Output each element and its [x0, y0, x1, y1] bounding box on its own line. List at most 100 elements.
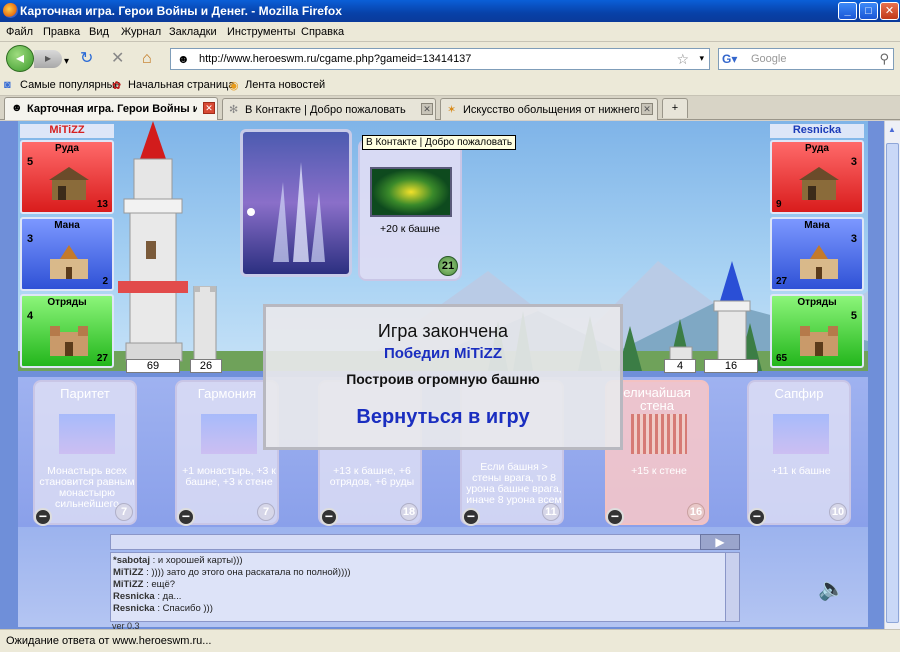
- search-icon[interactable]: ⚲: [879, 51, 889, 67]
- back-button[interactable]: ◂: [6, 45, 34, 72]
- resource-quantity: 9: [776, 199, 782, 210]
- menu-tools[interactable]: Инструменты: [227, 26, 296, 38]
- tab-strip: ☻ Карточная игра. Герои Войны и ... ✕ ✻ …: [0, 96, 900, 120]
- played-card-cost: 21: [438, 256, 458, 276]
- chat-log: *sabotaj : и хорошей карты))) MiTiZZ : )…: [110, 552, 740, 622]
- left-tower: [118, 121, 188, 362]
- maximize-button[interactable]: □: [859, 2, 878, 20]
- tooltip: В Контакте | Добро пожаловать: [362, 135, 517, 150]
- menu-help[interactable]: Справка: [301, 26, 344, 38]
- card-cost: 16: [687, 503, 705, 521]
- discard-button[interactable]: −: [34, 508, 52, 526]
- resource-label: Руда: [805, 143, 829, 154]
- resource-quantity: 27: [96, 353, 108, 364]
- card-cost: 7: [115, 503, 133, 521]
- menu-bar: Файл Правка Вид Журнал Закладки Инструме…: [0, 22, 900, 42]
- tab-close-icon[interactable]: ✕: [641, 103, 653, 115]
- forward-button[interactable]: ▸: [34, 50, 62, 68]
- bookmark-most-visited[interactable]: Самые популярные: [20, 79, 121, 91]
- resource-label: Мана: [54, 220, 80, 231]
- chat-author: Resnicka: [113, 603, 155, 614]
- tab-vkontakte[interactable]: ✻ В Контакте | Добро пожаловать ✕: [222, 98, 436, 120]
- resource-production: 5: [27, 156, 34, 168]
- home-icon[interactable]: ⌂: [142, 51, 152, 67]
- history-dropdown-icon[interactable]: ▾: [64, 54, 69, 70]
- menu-file[interactable]: Файл: [6, 26, 33, 38]
- bookmark-start-page[interactable]: Начальная страница: [128, 79, 234, 91]
- discard-button[interactable]: −: [462, 508, 480, 526]
- url-dropdown-icon[interactable]: ▾: [699, 53, 704, 64]
- card-deck[interactable]: [240, 129, 352, 277]
- bookmark-star-icon[interactable]: ☆: [676, 51, 689, 68]
- card-cost: 18: [400, 503, 418, 521]
- ore-mine-icon: [796, 164, 842, 204]
- left-tower-height: 69: [126, 359, 180, 373]
- left-troops-panel: Отряды 4 27: [20, 294, 114, 368]
- resource-label: Мана: [804, 220, 830, 231]
- menu-history[interactable]: Журнал: [121, 26, 161, 38]
- return-to-game-button[interactable]: Вернуться в игру: [266, 406, 620, 429]
- menu-bookmarks[interactable]: Закладки: [169, 26, 217, 38]
- site-favicon-icon: ☻: [177, 52, 190, 66]
- scrollbar-thumb[interactable]: [886, 143, 899, 623]
- menu-edit[interactable]: Правка: [43, 26, 80, 38]
- status-bar: Ожидание ответа от www.heroeswm.ru...: [0, 629, 900, 652]
- close-button[interactable]: ✕: [880, 2, 899, 20]
- resource-label: Отряды: [47, 297, 87, 308]
- resource-production: 3: [850, 233, 857, 245]
- card-art: [773, 414, 829, 454]
- speaker-icon[interactable]: 🔈: [818, 576, 845, 602]
- chat-line: Resnicka : Спасибо ))): [113, 603, 213, 614]
- tab-seduction[interactable]: ✶ Искусство обольщения от нижнего б... ✕: [440, 98, 658, 120]
- rss-icon: ◉: [229, 80, 239, 92]
- url-field[interactable]: ☻ http://www.heroeswm.ru/cgame.php?gamei…: [170, 48, 710, 70]
- tab-close-icon[interactable]: ✕: [203, 102, 215, 114]
- discard-button[interactable]: −: [606, 508, 624, 526]
- right-wall-height: 4: [664, 359, 696, 373]
- hand-card-6[interactable]: Сапфир +11 к башне 10: [747, 380, 851, 525]
- page-scrollbar[interactable]: ▲: [884, 121, 900, 629]
- discard-button[interactable]: −: [748, 508, 766, 526]
- card-art: [201, 414, 257, 454]
- tab-card-game[interactable]: ☻ Карточная игра. Герои Войны и ... ✕: [4, 97, 218, 120]
- minimize-button[interactable]: _: [838, 2, 857, 20]
- discard-button[interactable]: −: [177, 508, 195, 526]
- chat-send-button[interactable]: ▶: [700, 534, 740, 550]
- version-label: ver 0.3: [112, 621, 140, 629]
- dialog-reason: Построив огромную башню: [346, 371, 540, 387]
- bookmarks-toolbar: ◙ Самые популярные ✿ Начальная страница …: [0, 74, 900, 96]
- stop-icon[interactable]: ✕: [111, 51, 124, 67]
- right-tower: [713, 261, 751, 366]
- left-player-name: MiTiZZ: [20, 124, 114, 138]
- chat-line: *sabotaj : и хорошей карты))): [113, 555, 243, 566]
- google-icon[interactable]: G▾: [722, 52, 737, 66]
- resource-quantity: 2: [102, 276, 108, 287]
- left-ore-panel: Руда 5 13: [20, 140, 114, 214]
- menu-view[interactable]: Вид: [89, 26, 109, 38]
- card-art: [631, 414, 687, 454]
- resource-quantity: 27: [776, 276, 788, 287]
- new-tab-button[interactable]: +: [662, 98, 688, 118]
- search-field[interactable]: G▾ Google ⚲: [718, 48, 894, 70]
- right-troops-panel: Отряды 5 65: [770, 294, 864, 368]
- discard-button[interactable]: −: [320, 508, 338, 526]
- hand-card-1[interactable]: Паритет Монастырь всех становится равным…: [33, 380, 137, 525]
- resource-production: 3: [850, 156, 857, 168]
- card-art: [59, 414, 115, 454]
- right-tower-height: 16: [704, 359, 758, 373]
- chat-line: Resnicka : да...: [113, 591, 181, 602]
- bookmark-news-feed[interactable]: Лента новостей: [245, 79, 325, 91]
- tab-favicon-icon: ✶: [447, 104, 457, 116]
- chat-input[interactable]: [110, 534, 740, 550]
- tab-favicon-icon: ☻: [11, 102, 23, 114]
- left-wall: [193, 286, 217, 366]
- reload-icon[interactable]: ↻: [80, 51, 93, 67]
- tab-close-icon[interactable]: ✕: [421, 103, 433, 115]
- scroll-up-icon[interactable]: ▲: [888, 125, 896, 134]
- chat-scrollbar[interactable]: [725, 553, 739, 621]
- firefox-icon: [3, 3, 18, 18]
- dialog-winner: Победил MiTiZZ: [383, 345, 503, 362]
- resource-label: Отряды: [797, 297, 837, 308]
- loading-icon: ✻: [229, 104, 239, 116]
- card-cost: 11: [542, 503, 560, 521]
